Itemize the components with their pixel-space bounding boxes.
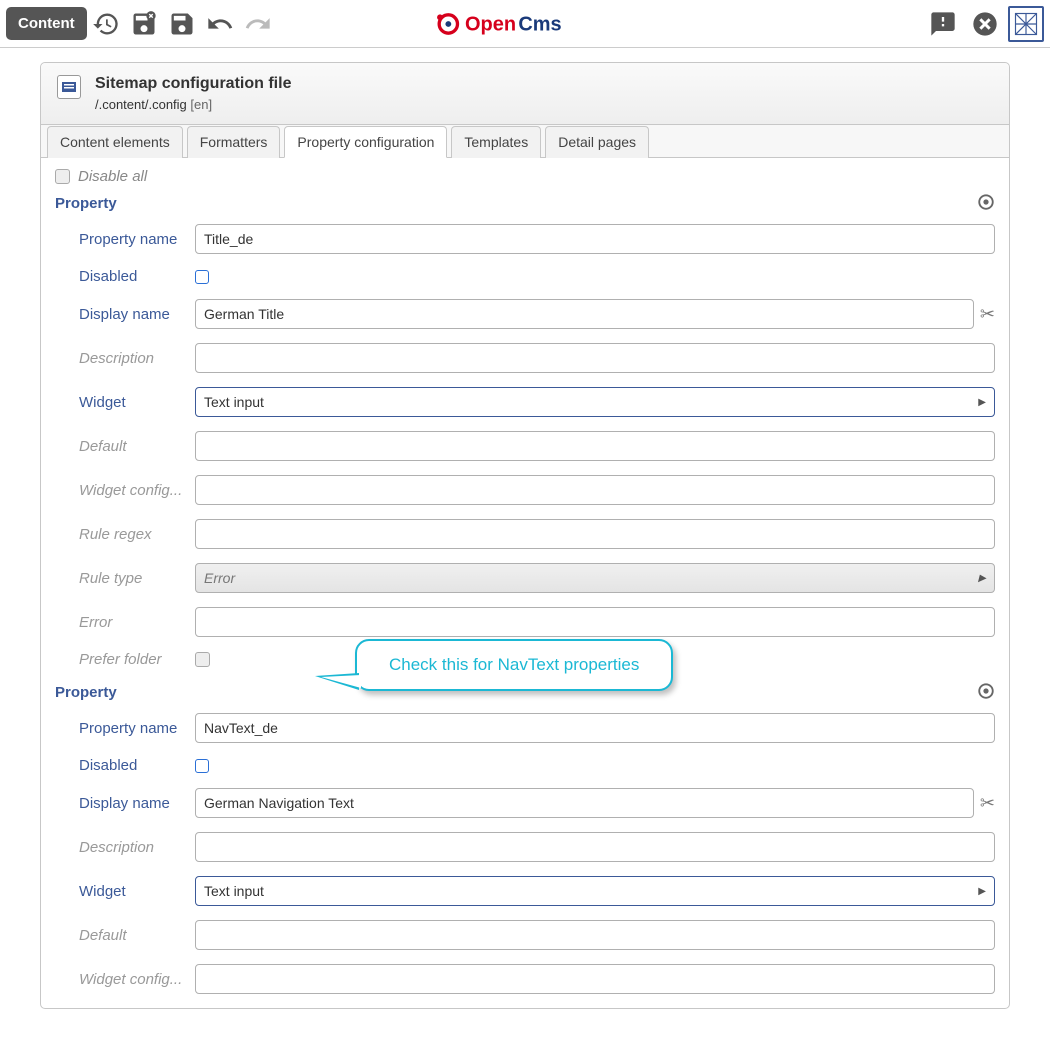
- help-icon[interactable]: [924, 5, 962, 43]
- property-group-title: Property: [55, 195, 117, 212]
- panel-header: Sitemap configuration file /.content/.co…: [41, 63, 1009, 125]
- prefer-folder-checkbox[interactable]: [195, 652, 210, 667]
- editor-panel: Sitemap configuration file /.content/.co…: [40, 62, 1010, 1009]
- property-name-input[interactable]: [195, 713, 995, 743]
- tab-detail-pages[interactable]: Detail pages: [545, 126, 649, 158]
- close-icon[interactable]: [966, 5, 1004, 43]
- label-default: Default: [55, 438, 195, 455]
- save-close-icon[interactable]: [125, 5, 163, 43]
- scissors-icon[interactable]: ✂: [980, 793, 995, 814]
- save-icon[interactable]: [163, 5, 201, 43]
- label-prefer-folder: Prefer folder: [55, 651, 195, 668]
- label-rule-regex: Rule regex: [55, 526, 195, 543]
- tooltip-bubble: Check this for NavText properties: [355, 639, 673, 691]
- widget-select[interactable]: Text input▶: [195, 387, 995, 417]
- file-type-icon: [57, 75, 81, 99]
- tab-bar: Content elements Formatters Property con…: [41, 125, 1009, 158]
- label-display-name: Display name: [55, 306, 195, 323]
- disable-all-label: Disable all: [78, 168, 147, 185]
- rule-type-select[interactable]: Error▶: [195, 563, 995, 593]
- widget-select[interactable]: Text input▶: [195, 876, 995, 906]
- rule-regex-input[interactable]: [195, 519, 995, 549]
- svg-text:Cms: Cms: [518, 13, 561, 35]
- display-name-input[interactable]: [195, 299, 974, 329]
- display-name-input[interactable]: [195, 788, 974, 818]
- tab-content-elements[interactable]: Content elements: [47, 126, 183, 158]
- error-input[interactable]: [195, 607, 995, 637]
- property-group-title: Property: [55, 684, 117, 701]
- widget-config-input[interactable]: [195, 964, 995, 994]
- undo-icon[interactable]: [201, 5, 239, 43]
- file-path: /.content/.config [en]: [95, 97, 291, 112]
- widget-config-input[interactable]: [195, 475, 995, 505]
- tab-property-configuration[interactable]: Property configuration: [284, 126, 447, 158]
- default-input[interactable]: [195, 920, 995, 950]
- default-input[interactable]: [195, 431, 995, 461]
- label-description: Description: [55, 839, 195, 856]
- description-input[interactable]: [195, 832, 995, 862]
- label-error: Error: [55, 614, 195, 631]
- label-widget-config: Widget config...: [55, 482, 195, 499]
- property-name-input[interactable]: [195, 224, 995, 254]
- target-icon[interactable]: [977, 682, 995, 703]
- history-icon[interactable]: [87, 5, 125, 43]
- page-title: Sitemap configuration file: [95, 75, 291, 93]
- tab-formatters[interactable]: Formatters: [187, 126, 281, 158]
- label-description: Description: [55, 350, 195, 367]
- label-default: Default: [55, 927, 195, 944]
- content-button[interactable]: Content: [6, 7, 87, 40]
- description-input[interactable]: [195, 343, 995, 373]
- label-widget-config: Widget config...: [55, 971, 195, 988]
- label-property-name: Property name: [55, 720, 195, 737]
- target-icon[interactable]: [977, 193, 995, 214]
- disable-all-checkbox[interactable]: [55, 169, 70, 184]
- label-widget: Widget: [55, 883, 195, 900]
- app-menu-button[interactable]: [1008, 6, 1044, 42]
- label-widget: Widget: [55, 394, 195, 411]
- scissors-icon[interactable]: ✂: [980, 304, 995, 325]
- label-display-name: Display name: [55, 795, 195, 812]
- disabled-checkbox[interactable]: [195, 270, 209, 284]
- label-property-name: Property name: [55, 231, 195, 248]
- tab-templates[interactable]: Templates: [451, 126, 541, 158]
- label-disabled: Disabled: [55, 268, 195, 285]
- label-rule-type: Rule type: [55, 570, 195, 587]
- label-disabled: Disabled: [55, 757, 195, 774]
- svg-text:Open: Open: [465, 13, 516, 35]
- disabled-checkbox[interactable]: [195, 759, 209, 773]
- opencms-logo: OpenCms: [433, 9, 616, 39]
- redo-icon: [239, 5, 277, 43]
- toolbar: Content OpenCms: [0, 0, 1050, 48]
